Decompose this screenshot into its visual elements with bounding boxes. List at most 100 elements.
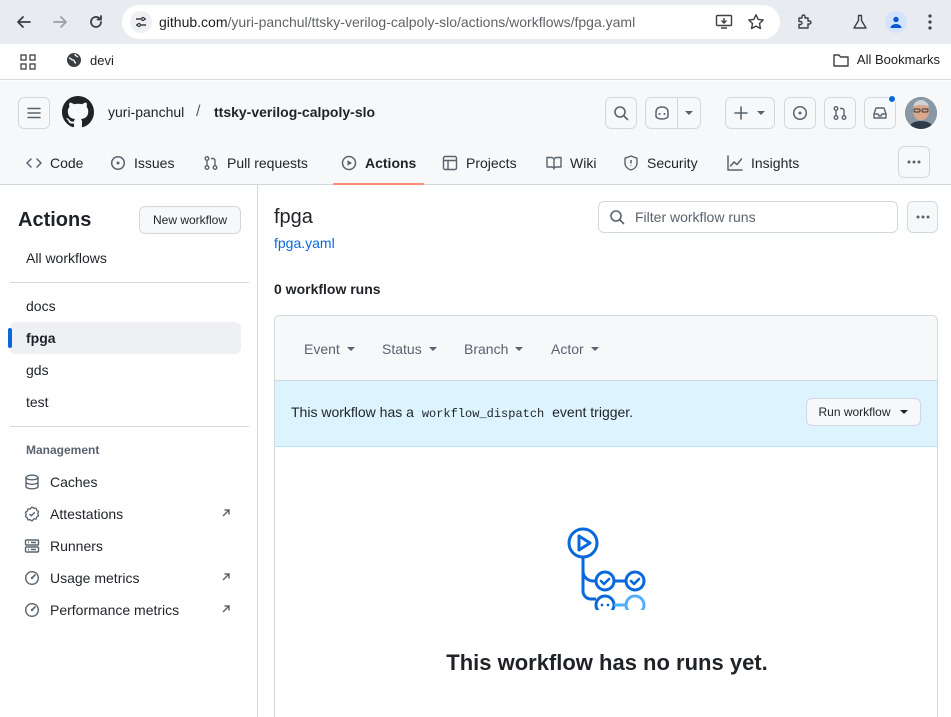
issues-button[interactable] [784, 97, 816, 129]
chrome-menu-icon[interactable] [918, 10, 942, 34]
reload-icon [90, 15, 102, 28]
sidebar-item-label: Runners [50, 538, 103, 554]
tab-insights[interactable]: Insights [727, 141, 799, 185]
kebab-horizontal-icon [907, 160, 921, 164]
tab-label: Security [647, 155, 698, 171]
address-bar[interactable]: github.com/yuri-panchul/ttsky-verilog-ca… [122, 5, 780, 39]
tab-code[interactable]: Code [26, 141, 83, 185]
sidebar-item-gds[interactable]: gds [10, 354, 241, 386]
shield-icon [624, 155, 638, 171]
chevron-down-icon [590, 347, 599, 351]
search-icon [614, 106, 629, 121]
sidebar-item-all-workflows[interactable]: All workflows [10, 242, 241, 274]
back-button[interactable] [10, 8, 38, 36]
sidebar-item-docs[interactable]: docs [10, 290, 241, 322]
star-icon[interactable] [746, 13, 766, 31]
sidebar-item-fpga[interactable]: fpga [8, 322, 241, 354]
tab-label: Insights [751, 155, 800, 171]
new-workflow-button[interactable]: New workflow [139, 206, 241, 234]
dropdown-label: Branch [464, 341, 509, 357]
actor-filter-dropdown[interactable]: Actor [551, 341, 600, 357]
github-logo-icon[interactable] [62, 96, 94, 131]
more-options-button[interactable] [907, 201, 938, 233]
breadcrumb-repo[interactable]: ttsky-verilog-calpoly-slo [214, 104, 375, 120]
profile-icon[interactable] [885, 11, 907, 33]
hamburger-icon [27, 107, 41, 119]
run-workflow-button[interactable]: Run workflow [806, 398, 921, 426]
code-icon [26, 158, 42, 168]
bookmarks-bar: devi All Bookmarks [0, 44, 951, 80]
tab-actions[interactable]: Actions [332, 141, 425, 185]
git-pull-request-icon [833, 106, 847, 120]
copilot-icon[interactable] [646, 105, 677, 121]
run-workflow-label: Run workflow [818, 405, 891, 419]
tab-label: Pull requests [227, 155, 308, 171]
tab-label: Issues [134, 155, 175, 171]
actions-sidebar: Actions New workflow All workflows docs … [0, 185, 258, 717]
chevron-down-icon[interactable] [678, 110, 700, 116]
management-heading: Management [26, 443, 100, 457]
menu-button[interactable] [18, 97, 50, 129]
dropdown-label: Status [382, 341, 422, 357]
sidebar-item-attestations[interactable]: Attestations [10, 498, 241, 530]
workflow-runs-box: Event Status Branch Actor This workflow … [274, 315, 938, 717]
install-app-icon[interactable] [714, 13, 734, 31]
pull-requests-button[interactable] [824, 97, 856, 129]
sidebar-divider [10, 282, 249, 283]
kebab-horizontal-icon [916, 215, 929, 219]
sidebar-item-caches[interactable]: Caches [10, 466, 241, 498]
sidebar-item-performance-metrics[interactable]: Performance metrics [10, 594, 241, 626]
database-icon [25, 474, 39, 490]
arrow-left-icon [17, 16, 31, 28]
notice-suffix: event trigger. [552, 404, 634, 420]
sidebar-item-test[interactable]: test [10, 386, 241, 418]
search-button[interactable] [605, 97, 637, 129]
dropdown-label: Event [304, 341, 340, 357]
verified-icon [24, 506, 40, 522]
reload-button[interactable] [82, 8, 110, 36]
tab-security[interactable]: Security [623, 141, 698, 185]
sidebar-item-label: Attestations [50, 506, 124, 522]
chevron-down-icon [757, 111, 765, 115]
filter-placeholder: Filter workflow runs [635, 209, 756, 225]
tab-wiki[interactable]: Wiki [546, 141, 596, 185]
sidebar-item-usage-metrics[interactable]: Usage metrics [10, 562, 241, 594]
tabs-overflow-button[interactable] [898, 146, 930, 178]
workflow-file-link[interactable]: fpga.yaml [274, 235, 335, 251]
forward-button[interactable] [46, 8, 74, 36]
branch-filter-dropdown[interactable]: Branch [464, 341, 524, 357]
workflow-empty-illustration-icon [567, 527, 646, 610]
graph-icon [727, 155, 743, 171]
arrow-up-right-icon [222, 509, 230, 517]
event-filter-dropdown[interactable]: Event [304, 341, 356, 357]
site-settings-icon[interactable] [130, 11, 152, 33]
all-bookmarks-label: All Bookmarks [856, 52, 940, 67]
tab-pull-requests[interactable]: Pull requests [203, 141, 308, 185]
tab-label: Code [50, 155, 84, 171]
breadcrumb-separator: / [196, 103, 201, 120]
all-bookmarks[interactable]: All Bookmarks [833, 52, 940, 67]
tab-projects[interactable]: Projects [442, 141, 517, 185]
breadcrumb-owner[interactable]: yuri-panchul [108, 104, 184, 120]
bookmark-devi[interactable]: devi [66, 52, 114, 68]
extensions-icon[interactable] [793, 10, 817, 34]
sidebar-title: Actions [18, 209, 92, 231]
status-filter-dropdown[interactable]: Status [382, 341, 438, 357]
tab-label: Actions [365, 155, 417, 171]
copilot-button[interactable] [645, 97, 701, 129]
sidebar-item-runners[interactable]: Runners [10, 530, 241, 562]
play-icon [341, 155, 357, 171]
avatar[interactable] [905, 97, 937, 129]
issue-opened-icon [110, 155, 126, 171]
tab-issues[interactable]: Issues [110, 141, 174, 185]
browser-toolbar: github.com/yuri-panchul/ttsky-verilog-ca… [0, 0, 951, 44]
sidebar-divider [10, 426, 249, 427]
create-new-button[interactable] [725, 97, 775, 129]
table-icon [442, 155, 458, 171]
labs-flask-icon[interactable] [848, 10, 872, 34]
workflow-main: fpga fpga.yaml Filter workflow runs 0 wo… [258, 185, 951, 717]
workflow-run-count: 0 workflow runs [274, 281, 381, 297]
bookmark-label: devi [90, 52, 114, 68]
apps-grid-icon[interactable] [20, 54, 36, 73]
filter-runs-input[interactable]: Filter workflow runs [598, 201, 898, 233]
